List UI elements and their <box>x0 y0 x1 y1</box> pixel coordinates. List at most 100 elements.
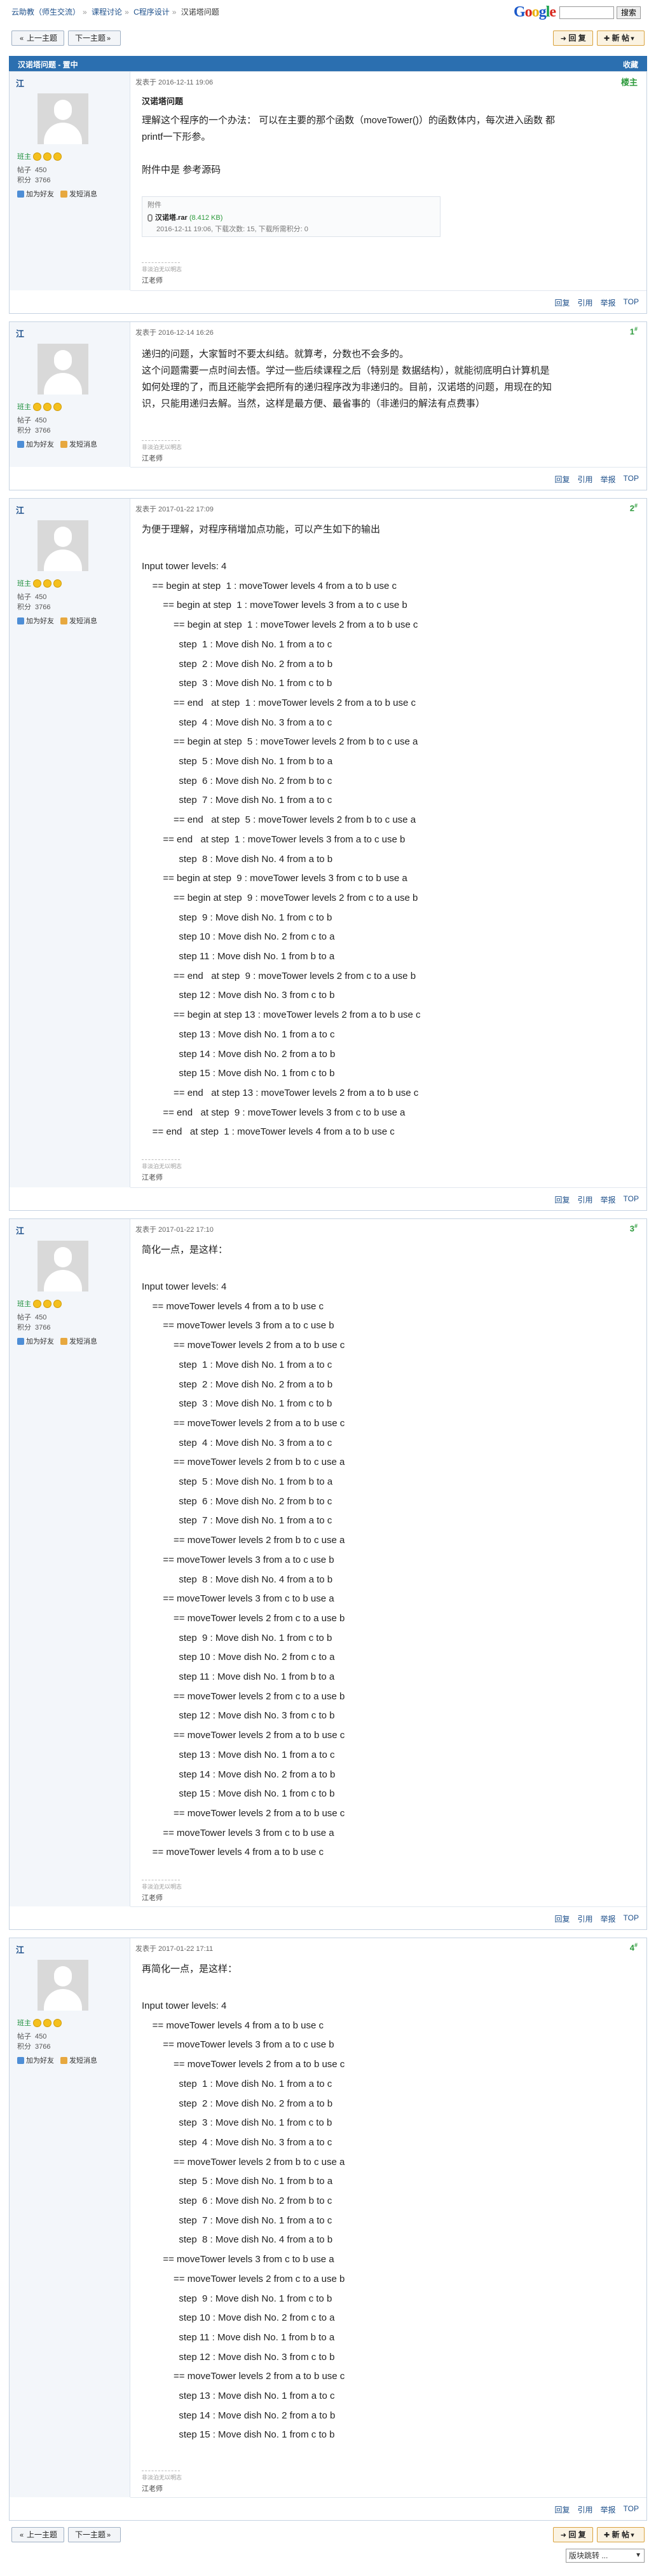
floor-number[interactable]: 3# <box>630 1223 638 1233</box>
username[interactable]: 江 <box>16 504 24 516</box>
reply-link[interactable]: 回复 <box>555 297 570 308</box>
star-icon <box>53 1299 62 1308</box>
next-thread-button[interactable]: 下一主题» <box>68 30 121 46</box>
user-points: 积分 3766 <box>17 1324 51 1332</box>
report-link[interactable]: 举报 <box>601 474 616 485</box>
user-points: 积分 3766 <box>17 177 51 184</box>
quote-link[interactable]: 引用 <box>578 1913 593 1924</box>
nav-row-bottom: «上一主题 下一主题» ➜ 回 复 ✚ 新 帖 ▾ <box>0 2525 656 2546</box>
thread-title: 汉诺塔问题 - 置中 <box>18 60 78 69</box>
chevron-down-icon: ▾ <box>631 2532 634 2539</box>
send-message-link[interactable]: 发短消息 <box>60 2055 97 2065</box>
post-line: 这个问题需要一点时间去悟。学过一些后续课程之后（特别是 数据结构），就能彻底明白… <box>142 365 550 376</box>
top-link[interactable]: TOP <box>624 1913 639 1924</box>
reply-icon: ➜ <box>560 2532 566 2539</box>
message-icon <box>60 2056 67 2064</box>
forum-jump-select[interactable]: 版块跳转 ... ▼ <box>566 2549 645 2563</box>
thread-title-bar: 汉诺塔问题 - 置中 收藏 <box>9 56 647 71</box>
add-friend-icon <box>17 190 24 198</box>
send-message-link[interactable]: 发短消息 <box>60 189 97 199</box>
reply-button[interactable]: ➜ 回 复 <box>553 2527 593 2542</box>
floor-number[interactable]: 楼主 <box>621 76 638 88</box>
quote-link[interactable]: 引用 <box>578 474 593 485</box>
code-output: Input tower levels: 4 == begin at step 1… <box>142 561 421 1138</box>
add-friend-link[interactable]: 加为好友 <box>17 2055 54 2065</box>
star-icon <box>33 2018 41 2027</box>
arrow-left-icon: « <box>19 35 24 43</box>
floor-number[interactable]: 1# <box>630 326 638 336</box>
top-link[interactable]: TOP <box>624 1194 639 1205</box>
username[interactable]: 江 <box>16 327 24 339</box>
post-actions: 回复 引用 举报 TOP <box>130 467 646 490</box>
user-points: 积分 3766 <box>17 604 51 611</box>
reply-link[interactable]: 回复 <box>555 1913 570 1924</box>
breadcrumb-item[interactable]: 云助教（师生交流） <box>11 8 80 17</box>
post-intro: 为便于理解，对程序稍增加点功能，可以产生如下的输出 <box>142 524 381 535</box>
quote-link[interactable]: 引用 <box>578 2504 593 2515</box>
avatar[interactable] <box>38 1241 88 1291</box>
top-link[interactable]: TOP <box>624 297 639 308</box>
username[interactable]: 江 <box>16 1943 24 1955</box>
username[interactable]: 江 <box>16 1224 24 1236</box>
avatar[interactable] <box>38 344 88 394</box>
user-panel: 江 班主 帖子 450 积分 3766 加为好友 发短消息 <box>10 1219 130 1906</box>
add-friend-link[interactable]: 加为好友 <box>17 1336 54 1346</box>
add-friend-link[interactable]: 加为好友 <box>17 616 54 626</box>
send-message-link[interactable]: 发短消息 <box>60 616 97 626</box>
post-content: 为便于理解，对程序稍增加点功能，可以产生如下的输出 Input tower le… <box>142 522 627 1142</box>
reply-link[interactable]: 回复 <box>555 1194 570 1205</box>
reply-icon: ➜ <box>560 35 566 43</box>
reply-link[interactable]: 回复 <box>555 474 570 485</box>
star-icon <box>33 1299 41 1308</box>
star-icon <box>33 402 41 411</box>
quote-link[interactable]: 引用 <box>578 297 593 308</box>
prev-thread-button[interactable]: «上一主题 <box>11 30 65 46</box>
post-line: printf一下形参。 <box>142 131 211 142</box>
attachment-file[interactable]: 汉诺塔.rar (8.412 KB) <box>147 212 222 222</box>
report-link[interactable]: 举报 <box>601 2504 616 2515</box>
report-link[interactable]: 举报 <box>601 1913 616 1924</box>
forum-jump: 版块跳转 ... ▼ <box>566 2549 645 2563</box>
post-line: 附件中是 参考源码 <box>142 165 221 175</box>
avatar[interactable] <box>38 1960 88 2011</box>
report-link[interactable]: 举报 <box>601 1194 616 1205</box>
user-points: 积分 3766 <box>17 2043 51 2051</box>
new-thread-button[interactable]: ✚ 新 帖 ▾ <box>596 30 645 46</box>
username[interactable]: 江 <box>16 77 24 89</box>
collect-link[interactable]: 收藏 <box>623 59 638 70</box>
add-friend-link[interactable]: 加为好友 <box>17 439 54 449</box>
top-link[interactable]: TOP <box>624 2504 639 2515</box>
report-link[interactable]: 举报 <box>601 297 616 308</box>
reply-button[interactable]: ➜ 回 复 <box>553 30 593 46</box>
post-content: 简化一点，是这样： Input tower levels: 4 == moveT… <box>142 1242 627 1863</box>
search-button[interactable]: 搜索 <box>616 6 641 19</box>
search-input[interactable] <box>559 6 614 19</box>
star-icon <box>43 402 51 411</box>
floor-number[interactable]: 2# <box>630 502 638 513</box>
prev-thread-button[interactable]: «上一主题 <box>11 2527 65 2542</box>
breadcrumb-item[interactable]: C程序设计 <box>133 8 170 17</box>
reply-link[interactable]: 回复 <box>555 2504 570 2515</box>
post-actions: 回复 引用 举报 TOP <box>130 290 646 313</box>
floor-number[interactable]: 4# <box>630 1942 638 1952</box>
signature-title: 非淡泊无以明志 <box>142 2474 182 2481</box>
post-line: 理解这个程序的一个办法： 可以在主要的那个函数（moveTower()）的函数体… <box>142 115 556 126</box>
send-message-link[interactable]: 发短消息 <box>60 439 97 449</box>
user-rank: 班主 <box>17 578 62 588</box>
send-message-link[interactable]: 发短消息 <box>60 1336 97 1346</box>
avatar[interactable] <box>38 93 88 144</box>
quote-link[interactable]: 引用 <box>578 1194 593 1205</box>
new-thread-button[interactable]: ✚ 新 帖 ▾ <box>596 2527 645 2542</box>
signature-title: 非淡泊无以明志 <box>142 1163 182 1170</box>
signature: 江老师 <box>142 1894 163 1902</box>
signature-title: 非淡泊无以明志 <box>142 1884 182 1890</box>
star-icon <box>33 152 41 161</box>
next-thread-button[interactable]: 下一主题» <box>68 2527 121 2542</box>
star-icon <box>53 402 62 411</box>
add-friend-link[interactable]: 加为好友 <box>17 189 54 199</box>
breadcrumb-item[interactable]: 课程讨论 <box>92 8 122 17</box>
user-panel: 江 班主 帖子 450 积分 3766 加为好友 发短消息 <box>10 72 130 290</box>
avatar[interactable] <box>38 520 88 571</box>
signature-title: 非淡泊无以明志 <box>142 266 182 273</box>
top-link[interactable]: TOP <box>624 474 639 485</box>
